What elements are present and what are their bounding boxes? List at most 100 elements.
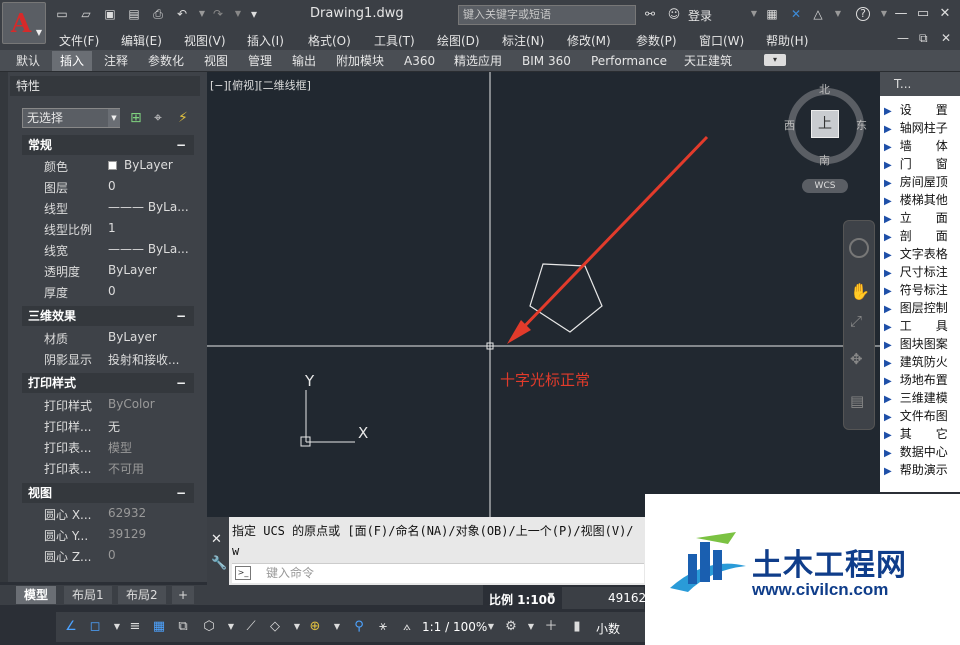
new-file-icon[interactable]: ▭ <box>54 6 70 22</box>
palette-item[interactable]: ▶ 场地布置 <box>884 371 960 389</box>
open-folder-icon[interactable]: ▱ <box>78 6 94 22</box>
save-as-icon[interactable]: ▤ <box>126 6 142 22</box>
section-3d-effects[interactable]: 三维效果 − <box>22 306 194 326</box>
tab-view[interactable]: 视图 <box>196 51 236 71</box>
select-objects-icon[interactable]: ⌖ <box>154 110 162 126</box>
section-plot-style[interactable]: 打印样式 − <box>22 373 194 393</box>
menu-window[interactable]: 窗口(W) <box>699 32 744 49</box>
restore-icon[interactable]: ▭ <box>914 5 932 23</box>
object-snap-icon[interactable]: ◇ <box>266 618 284 636</box>
snap-icon[interactable]: ⧉ <box>174 618 192 636</box>
command-prompt-icon[interactable]: >_ <box>235 566 251 580</box>
command-close-icon[interactable]: ✕ <box>211 532 222 547</box>
store-icon[interactable]: ▦ <box>764 6 780 22</box>
menu-insert[interactable]: 插入(I) <box>247 32 284 49</box>
prop-row-lineweight[interactable]: 线宽 ——— ByLa... <box>40 239 194 260</box>
menu-help[interactable]: 帮助(H) <box>766 32 808 49</box>
annotation-scale-icon[interactable]: ⟑ <box>398 618 416 636</box>
viewcube-top-face[interactable]: 上 <box>811 110 839 138</box>
compass-east[interactable]: 东 <box>856 117 867 133</box>
grid-lines-icon[interactable]: ≡ <box>126 618 144 636</box>
prop-row-center-z[interactable]: 圆心 Z... 0 <box>40 545 194 566</box>
workspace-gear-icon[interactable]: ⚙ <box>502 618 520 636</box>
doc-minimize-icon[interactable]: — <box>897 31 909 45</box>
a360-dropdown-icon[interactable]: ▼ <box>830 6 846 22</box>
section-view[interactable]: 视图 − <box>22 483 194 503</box>
units-label[interactable]: 小数 <box>596 620 620 637</box>
prop-row-material[interactable]: 材质 ByLayer <box>40 327 194 348</box>
menu-draw[interactable]: 绘图(D) <box>437 32 480 49</box>
menu-modify[interactable]: 修改(M) <box>567 32 611 49</box>
prop-row-plot-table-attached[interactable]: 打印表... 模型 <box>40 436 194 457</box>
palette-item[interactable]: ▶ 其 它 <box>884 425 960 443</box>
tab-performance[interactable]: Performance <box>583 51 675 71</box>
zoom-extents-icon[interactable]: ⤢ <box>850 312 862 330</box>
user-icon[interactable]: ☺ <box>666 6 682 22</box>
palette-item[interactable]: ▶ 房间屋顶 <box>884 173 960 191</box>
orbit-icon[interactable]: ✥ <box>850 350 863 368</box>
3d-osnap-dropdown-icon[interactable]: ▼ <box>328 618 346 636</box>
section-general[interactable]: 常规 − <box>22 135 194 155</box>
palette-item[interactable]: ▶ 三维建模 <box>884 389 960 407</box>
menu-file[interactable]: 文件(F) <box>59 32 99 49</box>
compass-south[interactable]: 南 <box>819 152 830 168</box>
binoculars-icon[interactable]: ⚯ <box>642 6 658 22</box>
help-icon[interactable]: ? <box>856 7 870 21</box>
prop-row-shadow[interactable]: 阴影显示 投射和接收... <box>40 348 194 369</box>
scale-dropdown-icon[interactable]: ▼ <box>548 591 554 600</box>
prop-row-center-y[interactable]: 圆心 Y... 39129 <box>40 524 194 545</box>
close-icon[interactable]: ✕ <box>936 5 954 23</box>
compass-north[interactable]: 北 <box>819 81 830 97</box>
command-customize-icon[interactable]: 🔧 <box>211 556 227 571</box>
tab-tangent[interactable]: 天正建筑 <box>676 51 740 71</box>
quick-select-icon[interactable]: ⚡ <box>178 110 188 126</box>
prop-row-plot-table-type[interactable]: 打印表... 不可用 <box>40 457 194 478</box>
isometric-icon[interactable]: ⬡ <box>200 618 218 636</box>
redo-dropdown-icon[interactable]: ▼ <box>230 6 246 22</box>
polar-icon[interactable]: ◻ <box>86 618 104 636</box>
palette-item[interactable]: ▶ 立 面 <box>884 209 960 227</box>
app-menu-button[interactable]: A ▼ <box>2 2 46 44</box>
palette-item[interactable]: ▶ 尺寸标注 <box>884 263 960 281</box>
ortho-icon[interactable]: ∠ <box>62 618 80 636</box>
tab-addons[interactable]: 附加模块 <box>328 51 392 71</box>
palette-title-strip[interactable] <box>0 72 8 582</box>
menu-parametric[interactable]: 参数(P) <box>636 32 677 49</box>
showmotion-icon[interactable]: ▤ <box>850 392 864 410</box>
prop-row-transparency[interactable]: 透明度 ByLayer <box>40 260 194 281</box>
polar-dropdown-icon[interactable]: ▼ <box>108 618 126 636</box>
command-window-handle[interactable] <box>207 517 229 585</box>
palette-item[interactable]: ▶ 数据中心 <box>884 443 960 461</box>
grid-icon[interactable]: ▦ <box>150 618 168 636</box>
prop-row-thickness[interactable]: 厚度 0 <box>40 281 194 302</box>
undo-icon[interactable]: ↶ <box>174 6 190 22</box>
chevron-down-icon[interactable]: ▼ <box>108 109 120 127</box>
object-snap-dropdown-icon[interactable]: ▼ <box>288 618 306 636</box>
doc-close-icon[interactable]: ✕ <box>941 31 951 45</box>
toggle-pickadd-icon[interactable]: ⊞ <box>130 110 142 126</box>
prop-row-plot-style[interactable]: 打印样式 ByColor <box>40 394 194 415</box>
annotation-scale-dropdown-icon[interactable]: ▼ <box>482 618 500 636</box>
print-icon[interactable]: ⎙ <box>150 6 166 22</box>
palette-item[interactable]: ▶ 图层控制 <box>884 299 960 317</box>
annotation-autoscale-icon[interactable]: ⚹ <box>374 618 392 636</box>
palette-item[interactable]: ▶ 楼梯其他 <box>884 191 960 209</box>
prop-row-center-x[interactable]: 圆心 X... 62932 <box>40 503 194 524</box>
palette-item[interactable]: ▶ 设 置 <box>884 101 960 119</box>
prop-row-linetype[interactable]: 线型 ——— ByLa... <box>40 197 194 218</box>
palette-item[interactable]: ▶ 文字表格 <box>884 245 960 263</box>
exchange-icon[interactable]: ✕ <box>788 6 804 22</box>
save-icon[interactable]: ▣ <box>102 6 118 22</box>
undo-dropdown-icon[interactable]: ▼ <box>194 6 210 22</box>
prop-row-linetype-scale[interactable]: 线型比例 1 <box>40 218 194 239</box>
scale-label[interactable]: 比例 1:100 <box>489 591 555 608</box>
tab-model[interactable]: 模型 <box>16 586 57 604</box>
steering-wheel-icon[interactable] <box>849 238 869 258</box>
tab-output[interactable]: 输出 <box>284 51 324 71</box>
palette-item[interactable]: ▶ 图块图案 <box>884 335 960 353</box>
3d-osnap-icon[interactable]: ⊕ <box>306 618 324 636</box>
palette-item[interactable]: ▶ 剖 面 <box>884 227 960 245</box>
palette-item[interactable]: ▶ 门 窗 <box>884 155 960 173</box>
isometric-dropdown-icon[interactable]: ▼ <box>222 618 240 636</box>
customize-toolbar-icon[interactable]: ▾ <box>246 6 262 22</box>
